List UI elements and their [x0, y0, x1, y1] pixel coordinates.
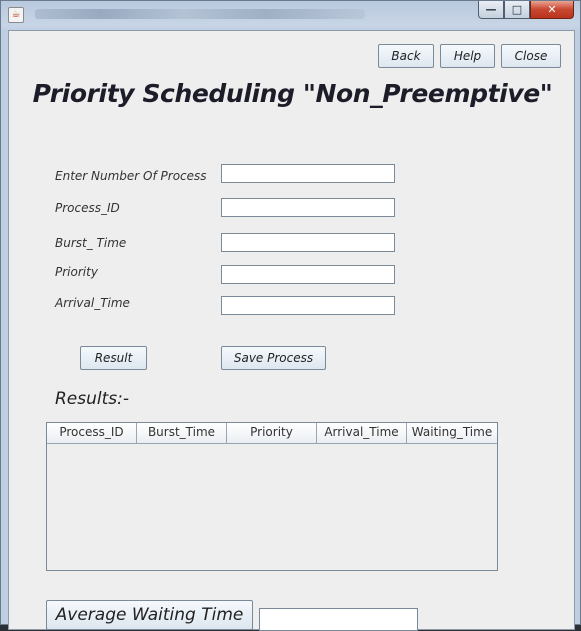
results-table[interactable]: Process_ID Burst_Time Priority Arrival_T… — [46, 422, 498, 571]
column-header-burst-time[interactable]: Burst_Time — [137, 423, 227, 443]
burst-time-label: Burst_ Time — [55, 236, 127, 250]
title-bar[interactable]: ☕ — □ ✕ — [1, 1, 580, 27]
process-id-label: Process_ID — [55, 201, 120, 215]
close-icon: ✕ — [547, 3, 557, 16]
back-button[interactable]: Back — [378, 44, 434, 68]
maximize-button[interactable]: □ — [504, 1, 530, 19]
burst-time-input[interactable] — [221, 233, 395, 252]
average-waiting-time-field[interactable] — [259, 608, 418, 631]
column-header-waiting-time[interactable]: Waiting_Time — [407, 423, 497, 443]
column-header-priority[interactable]: Priority — [227, 423, 317, 443]
window-close-button[interactable]: ✕ — [530, 1, 574, 19]
java-cup-icon[interactable]: ☕ — [8, 7, 24, 23]
num-process-label: Enter Number Of Process — [55, 169, 207, 183]
minimize-button[interactable]: — — [478, 1, 504, 19]
result-button[interactable]: Result — [80, 346, 147, 370]
save-process-button[interactable]: Save Process — [221, 346, 326, 370]
average-waiting-time-button[interactable]: Average Waiting Time — [46, 600, 253, 630]
column-header-arrival-time[interactable]: Arrival_Time — [317, 423, 407, 443]
close-button[interactable]: Close — [501, 44, 561, 68]
arrival-time-label: Arrival_Time — [55, 296, 130, 310]
window-title-blurred — [35, 9, 365, 19]
app-window: ☕ — □ ✕ Back Help Close Priority Schedul… — [0, 0, 581, 631]
content-panel: Back Help Close Priority Scheduling "Non… — [8, 30, 575, 631]
minimize-icon: — — [485, 3, 497, 16]
priority-input[interactable] — [221, 265, 395, 284]
help-button[interactable]: Help — [440, 44, 495, 68]
process-id-input[interactable] — [221, 198, 395, 217]
caption-buttons: — □ ✕ — [478, 1, 574, 21]
priority-label: Priority — [55, 265, 98, 279]
num-process-input[interactable] — [221, 164, 395, 183]
maximize-icon: □ — [511, 3, 523, 16]
table-header: Process_ID Burst_Time Priority Arrival_T… — [47, 423, 497, 444]
page-title: Priority Scheduling "Non_Preemptive" — [32, 79, 553, 108]
results-heading: Results:- — [55, 389, 130, 409]
arrival-time-input[interactable] — [221, 296, 395, 315]
column-header-process-id[interactable]: Process_ID — [47, 423, 137, 443]
